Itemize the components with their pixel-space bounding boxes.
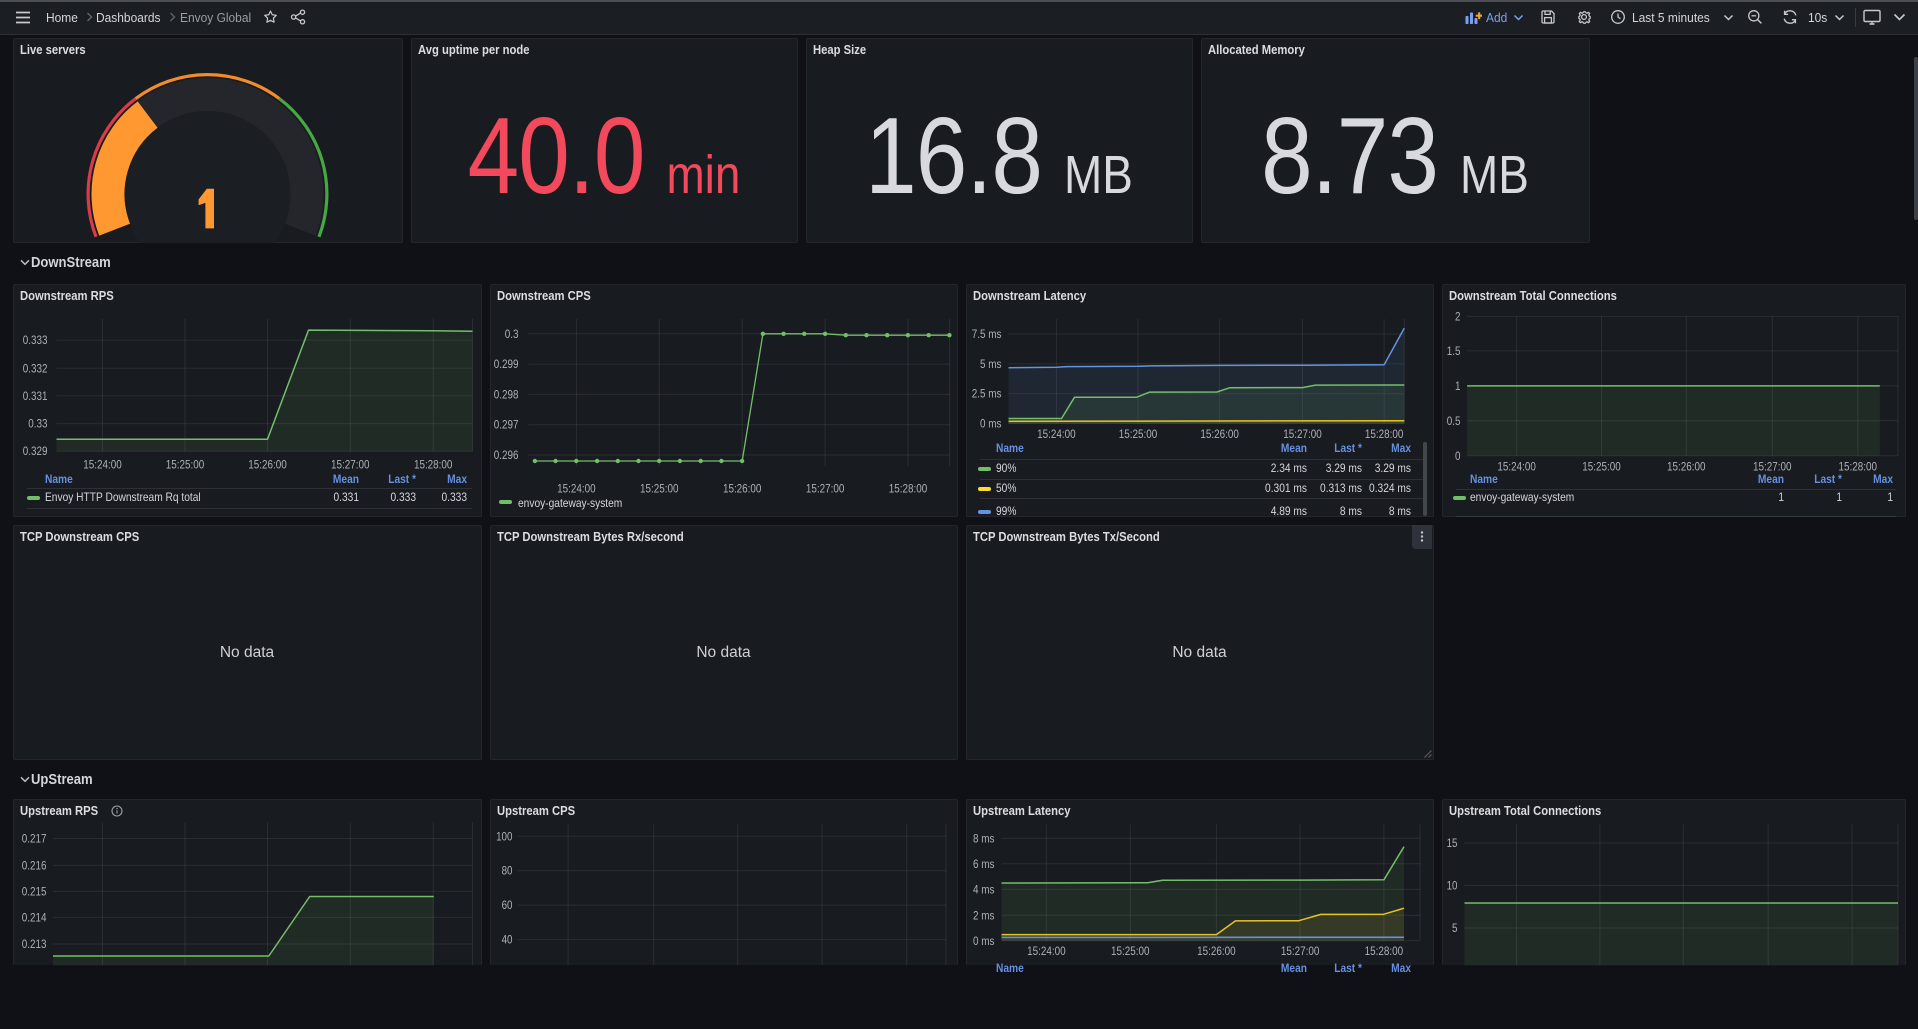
svg-text:15:26:00: 15:26:00: [1200, 427, 1239, 441]
svg-text:5 ms: 5 ms: [980, 357, 1002, 371]
svg-text:15:27:00: 15:27:00: [331, 458, 370, 472]
svg-text:15:28:00: 15:28:00: [888, 482, 927, 496]
svg-text:4 ms: 4 ms: [973, 882, 995, 896]
svg-text:2: 2: [1455, 309, 1461, 323]
svg-text:2 ms: 2 ms: [973, 908, 995, 922]
svg-text:7.5 ms: 7.5 ms: [971, 327, 1001, 341]
svg-text:15:24:00: 15:24:00: [557, 482, 596, 496]
svg-text:15:24:00: 15:24:00: [83, 458, 122, 472]
svg-text:15:26:00: 15:26:00: [1197, 944, 1236, 958]
svg-text:0.298: 0.298: [493, 387, 518, 401]
svg-text:15:25:00: 15:25:00: [1111, 944, 1150, 958]
svg-text:15:28:00: 15:28:00: [1364, 944, 1403, 958]
svg-text:0.329: 0.329: [22, 444, 47, 458]
svg-text:15:28:00: 15:28:00: [1364, 427, 1403, 441]
svg-text:60: 60: [501, 898, 512, 912]
svg-text:6 ms: 6 ms: [973, 856, 995, 870]
svg-text:10: 10: [1446, 878, 1457, 892]
svg-text:0.331: 0.331: [22, 389, 47, 403]
svg-text:2.5 ms: 2.5 ms: [971, 387, 1001, 401]
svg-text:0.333: 0.333: [22, 333, 47, 347]
svg-text:8 ms: 8 ms: [973, 831, 995, 845]
svg-text:0.296: 0.296: [493, 448, 518, 462]
svg-text:0: 0: [1455, 449, 1461, 463]
svg-text:15:24:00: 15:24:00: [1027, 944, 1066, 958]
svg-text:0 ms: 0 ms: [980, 417, 1002, 431]
svg-text:0.299: 0.299: [493, 357, 518, 371]
svg-text:15:24:00: 15:24:00: [1037, 427, 1076, 441]
svg-text:0.217: 0.217: [21, 831, 46, 845]
svg-text:15:25:00: 15:25:00: [1582, 459, 1621, 473]
svg-text:0.213: 0.213: [21, 937, 46, 951]
svg-text:15:26:00: 15:26:00: [1667, 459, 1706, 473]
svg-text:1: 1: [1455, 379, 1461, 393]
svg-text:0.297: 0.297: [493, 418, 518, 432]
svg-text:5: 5: [1452, 921, 1458, 935]
svg-text:0.5: 0.5: [1446, 414, 1460, 428]
svg-text:15:25:00: 15:25:00: [165, 458, 204, 472]
svg-text:15:28:00: 15:28:00: [413, 458, 452, 472]
svg-text:15:26:00: 15:26:00: [248, 458, 287, 472]
svg-text:15:25:00: 15:25:00: [1118, 427, 1157, 441]
svg-text:100: 100: [496, 829, 513, 843]
svg-text:15: 15: [1446, 836, 1457, 850]
svg-text:40: 40: [501, 932, 512, 946]
svg-text:1.5: 1.5: [1446, 344, 1460, 358]
svg-text:15:24:00: 15:24:00: [1497, 459, 1536, 473]
svg-text:15:26:00: 15:26:00: [722, 482, 761, 496]
svg-text:0 ms: 0 ms: [973, 933, 995, 947]
svg-text:15:27:00: 15:27:00: [1283, 427, 1322, 441]
svg-text:15:27:00: 15:27:00: [805, 482, 844, 496]
svg-text:0.214: 0.214: [21, 910, 46, 924]
svg-text:15:25:00: 15:25:00: [640, 482, 679, 496]
svg-text:80: 80: [501, 863, 512, 877]
svg-text:0.215: 0.215: [21, 884, 46, 898]
svg-text:15:27:00: 15:27:00: [1280, 944, 1319, 958]
svg-text:0.216: 0.216: [21, 858, 46, 872]
svg-text:0.33: 0.33: [28, 417, 47, 431]
svg-text:0.332: 0.332: [22, 361, 47, 375]
svg-text:0.3: 0.3: [504, 327, 518, 341]
